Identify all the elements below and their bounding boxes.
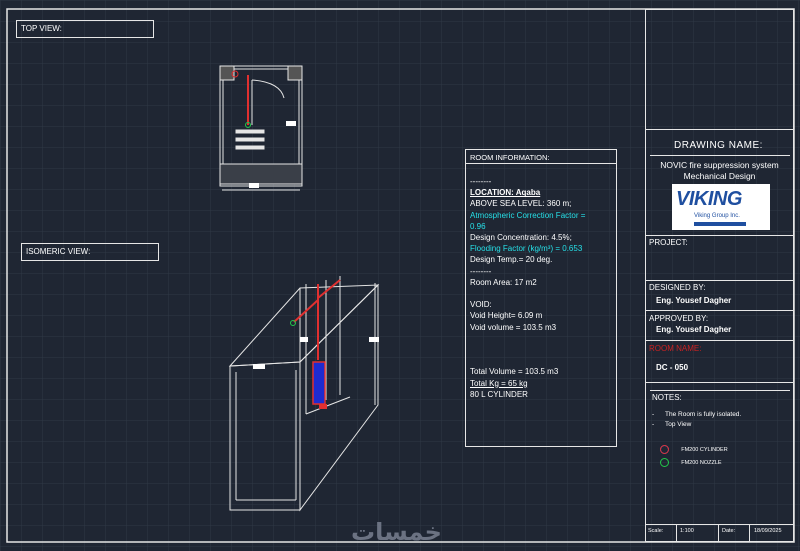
legend-nozzle: FM200 NOZZLE	[660, 458, 722, 468]
viking-logo: VIKING Viking Group Inc.	[672, 184, 770, 230]
logo-wordmark: VIKING	[676, 188, 742, 210]
room-info-line: LOCATION: Aqaba	[470, 188, 541, 198]
scale-label: Scale:	[648, 528, 664, 534]
title-block-divider	[646, 310, 793, 311]
watermark: خمسات	[351, 518, 442, 546]
designed-by-value: Eng. Yousef Dagher	[656, 296, 732, 305]
date-divider	[718, 524, 719, 541]
room-info-line: Total Kg = 65 kg	[470, 378, 528, 388]
room-info-line: --------	[470, 266, 492, 276]
nozzle-legend-icon	[660, 458, 669, 468]
title-block-divider	[646, 524, 793, 525]
room-info-line: ABOVE SEA LEVEL: 360 m;	[470, 199, 572, 209]
drawing-name-line2: Mechanical Design	[683, 171, 756, 181]
title-block-divider	[646, 129, 793, 130]
designed-by-label: DESIGNED BY:	[649, 283, 706, 292]
project-label: PROJECT:	[649, 238, 688, 247]
room-info-line: Design Concentration: 4.5%;	[470, 233, 572, 242]
legend-cylinder: FM200 CYLINDER	[660, 445, 728, 455]
cylinder-legend-icon	[660, 445, 669, 455]
title-block-divider	[646, 280, 793, 281]
room-info-line: Total Volume = 103.5 m3	[470, 367, 559, 377]
legend-cylinder-label: FM200 CYLINDER	[681, 446, 728, 453]
date-label: Date:	[722, 528, 736, 534]
room-name-value: DC - 050	[656, 363, 689, 372]
notes-label: NOTES:	[652, 393, 682, 402]
isometric-view-label-text: ISOMERIC VIEW:	[26, 247, 91, 256]
title-block-divider	[650, 155, 790, 156]
legend-nozzle-label: FM200 NOZZLE	[681, 459, 722, 466]
room-info-line: Void Height= 6.09 m	[470, 311, 543, 321]
approved-by-label: APPROVED BY:	[649, 314, 709, 323]
logo-subtitle: Viking Group Inc.	[694, 213, 740, 219]
title-block: DRAWING NAME: NOVIC fire suppression sys…	[645, 9, 794, 542]
room-info-line: Flooding Factor (kg/m³) = 0.653	[470, 244, 583, 254]
scale-divider	[676, 524, 677, 541]
room-info-line: VOID:	[470, 300, 492, 310]
room-info-line: Room Area: 17 m2	[470, 277, 537, 287]
note-item: - Top View	[652, 421, 692, 428]
room-information-header: ROOM INFORMATION:	[466, 150, 616, 164]
drawing-name-label: DRAWING NAME:	[674, 140, 763, 151]
room-name-label: ROOM NAME:	[649, 344, 702, 353]
note-text: Top View	[665, 421, 692, 428]
room-information-panel: ROOM INFORMATION: -------- LOCATION: Aqab…	[465, 149, 617, 447]
top-view-label: TOP VIEW:	[16, 20, 154, 38]
logo-bar	[694, 222, 746, 226]
drawing-name-line1: NOVIC fire suppression system	[660, 160, 779, 170]
room-info-line: 0.96	[470, 221, 486, 231]
title-block-divider	[650, 390, 790, 391]
room-info-line: --------	[470, 177, 492, 186]
isometric-view-label: ISOMERIC VIEW:	[21, 243, 159, 261]
date-value: 18/09/2025	[754, 528, 782, 534]
note-text: The Room is fully isolated.	[665, 411, 742, 418]
room-info-line: Void volume = 103.5 m3	[470, 322, 557, 332]
title-block-divider	[646, 235, 793, 236]
approved-by-value: Eng. Yousef Dagher	[656, 325, 732, 334]
title-block-divider	[646, 382, 793, 383]
scale-value: 1:100	[680, 528, 694, 534]
date-value-divider	[749, 524, 750, 541]
room-info-line: Design Temp.= 20 deg.	[470, 255, 553, 265]
title-block-divider	[646, 340, 793, 341]
top-view-label-text: TOP VIEW:	[21, 24, 62, 33]
room-info-line: Atmospheric Correction Factor =	[470, 210, 586, 220]
room-info-line: 80 L CYLINDER	[470, 389, 528, 399]
note-item: - The Room is fully isolated.	[652, 411, 742, 418]
